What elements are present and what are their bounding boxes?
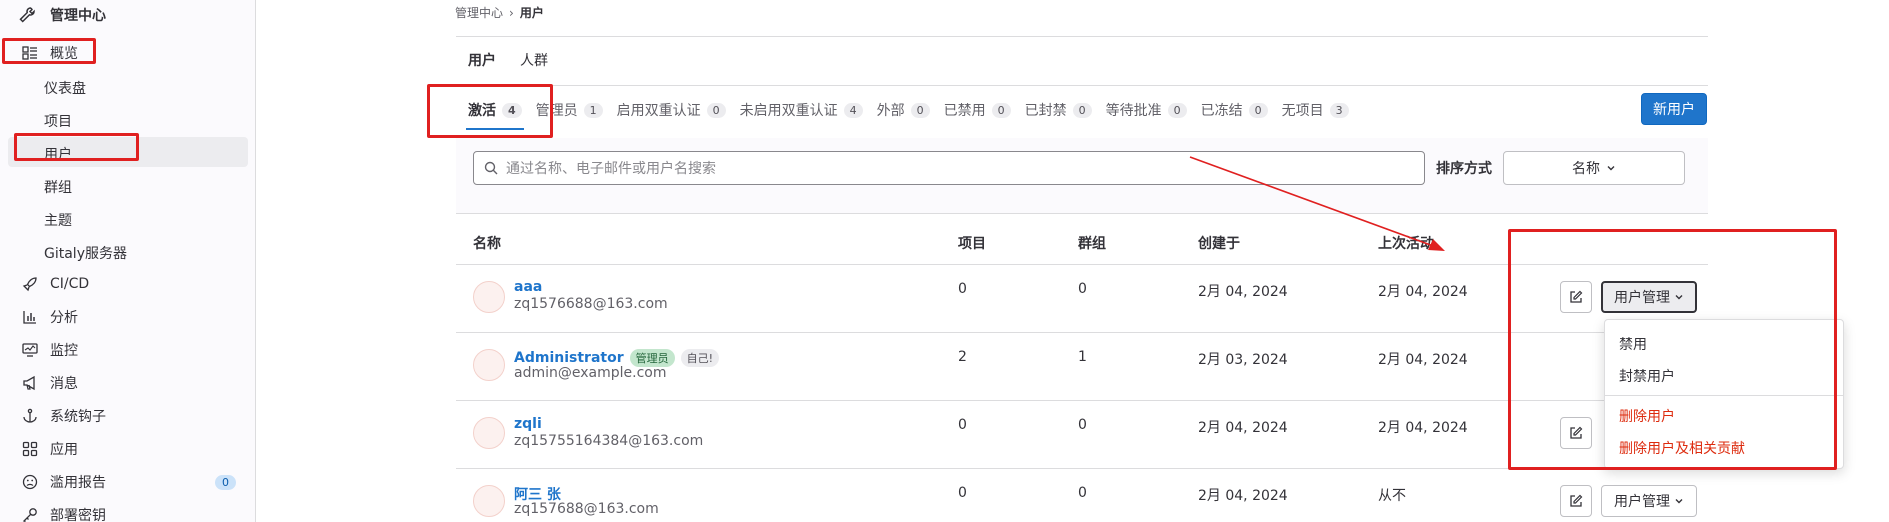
annotation-arrow xyxy=(1189,156,1445,251)
